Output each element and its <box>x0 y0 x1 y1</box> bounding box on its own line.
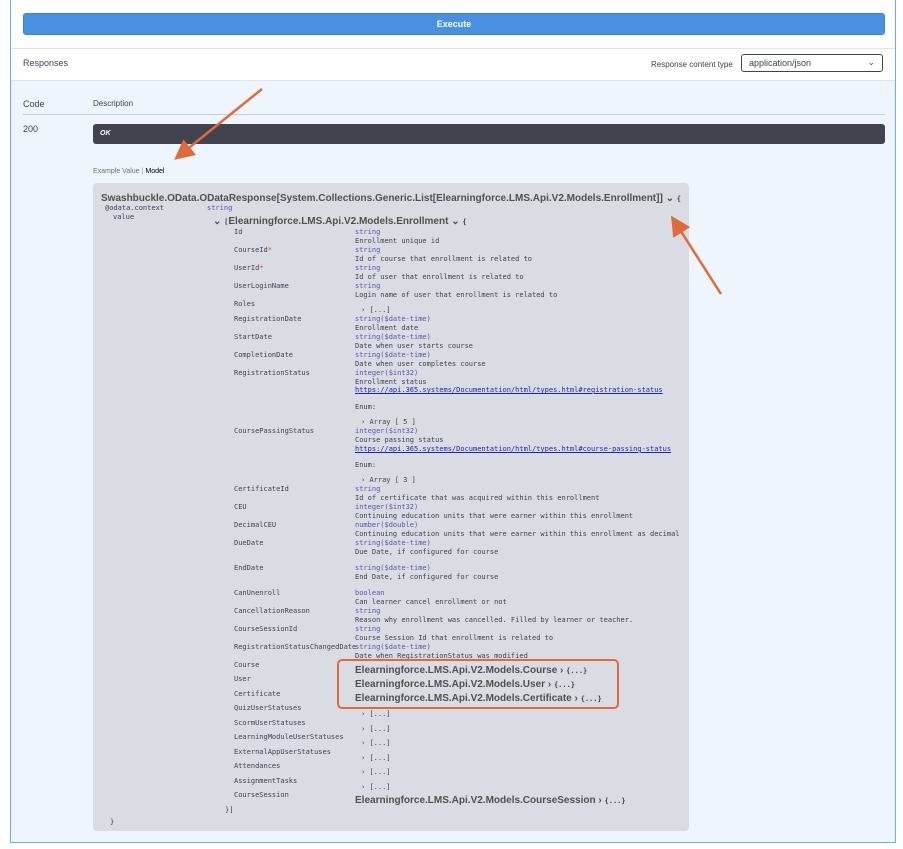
annotation-arrow-model-chevron <box>670 215 723 295</box>
annotation-arrow-model-tab <box>174 88 263 160</box>
annotation-arrows <box>174 88 723 295</box>
